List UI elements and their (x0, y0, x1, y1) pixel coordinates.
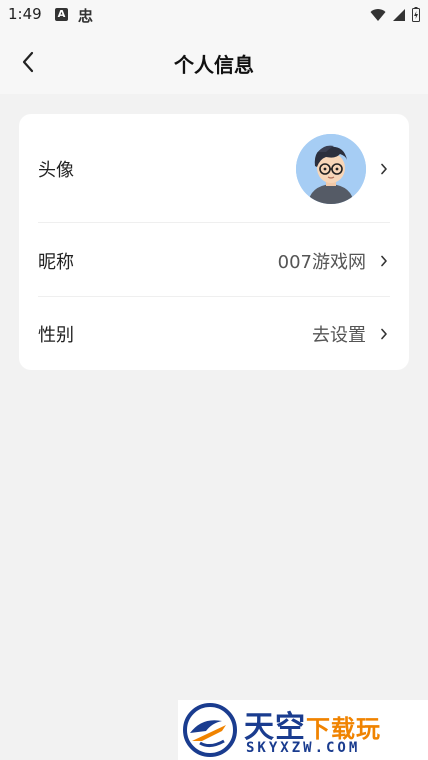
avatar[interactable] (296, 134, 366, 204)
watermark-subtitle: SKYXZW.COM (246, 740, 361, 756)
notification-a-icon: A (55, 8, 68, 21)
gender-row-right: 去设置 (312, 321, 390, 347)
profile-card: 头像 昵称 007游戏网 性别 去设置 (19, 114, 409, 370)
chevron-right-icon (378, 328, 390, 340)
app-notification-icon: 忠 (78, 7, 94, 25)
signal-icon (393, 8, 405, 21)
avatar-row[interactable]: 头像 (38, 134, 390, 204)
avatar-row-right (296, 134, 390, 204)
watermark-logo-icon (183, 703, 237, 757)
battery-icon (412, 7, 420, 22)
chevron-right-icon (378, 163, 390, 175)
avatar-image (296, 134, 366, 204)
nickname-row-right: 007游戏网 (278, 248, 390, 274)
chevron-right-icon (378, 255, 390, 267)
watermark: 天空下载玩 SKYXZW.COM (178, 700, 428, 760)
nickname-label: 昵称 (38, 252, 74, 273)
gender-row[interactable]: 性别 去设置 (38, 315, 390, 353)
status-time: 1:49 (8, 5, 42, 23)
gender-value: 去设置 (312, 325, 366, 346)
nickname-row[interactable]: 昵称 007游戏网 (38, 242, 390, 280)
page-title: 个人信息 (174, 53, 254, 77)
app-header: 个人信息 (0, 30, 428, 94)
status-icons (370, 7, 420, 22)
watermark-title-accent: 下载玩 (306, 715, 381, 743)
wifi-icon (370, 8, 386, 21)
gender-label: 性别 (38, 325, 74, 346)
divider (38, 296, 390, 297)
status-bar: 1:49 A 忠 (0, 0, 428, 30)
avatar-label: 头像 (38, 160, 74, 181)
divider (38, 222, 390, 223)
nickname-value: 007游戏网 (277, 252, 366, 273)
